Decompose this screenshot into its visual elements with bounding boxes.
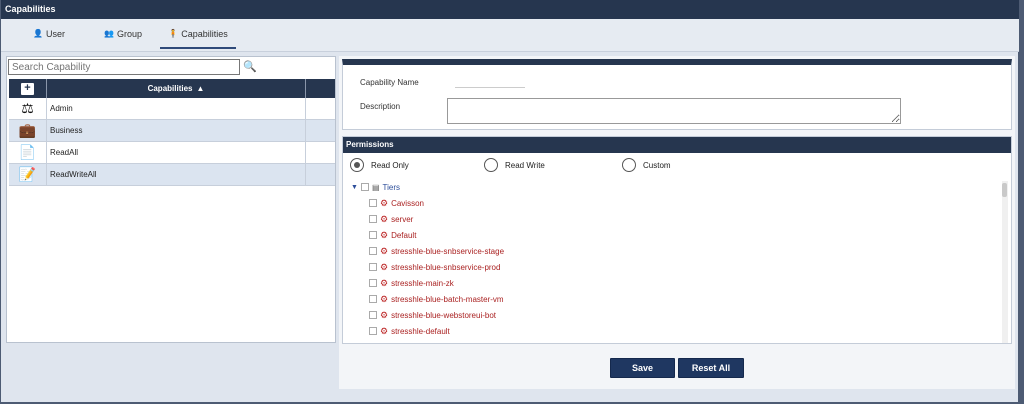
gears-icon: ⚙ bbox=[380, 277, 389, 288]
tab-bar: 👤 User 👥 Group 🧍 Capabilities bbox=[1, 19, 1019, 52]
capabilities-window: Capabilities 👤 User 👥 Group 🧍 Capabiliti… bbox=[0, 0, 1024, 404]
table-row[interactable]: 💼 Business bbox=[9, 120, 335, 142]
tree-node[interactable]: ⚙ stresshle-blue-batch-master-vm bbox=[369, 293, 504, 305]
tree-node-tiers[interactable]: ▼ ▤ Tiers bbox=[351, 181, 400, 193]
tree-scrollbar[interactable] bbox=[1002, 181, 1008, 343]
gears-icon: ⚙ bbox=[380, 245, 389, 256]
tree-node[interactable]: ⚙ server bbox=[369, 213, 413, 225]
add-capability-button[interactable]: + bbox=[21, 82, 34, 95]
gears-icon: ⚙ bbox=[380, 213, 389, 224]
tree-node-label: Cavisson bbox=[391, 198, 424, 208]
table-row[interactable]: 📝 ReadWriteAll bbox=[9, 164, 335, 186]
expand-caret-icon[interactable]: ▼ bbox=[351, 184, 358, 191]
reset-all-button[interactable]: Reset All bbox=[678, 358, 744, 378]
capability-list-panel: 🔍 + Capabilities ▲ ⚖ Admin 💼 Business 📄 … bbox=[6, 56, 336, 343]
column-header-label: Capabilities bbox=[147, 84, 193, 93]
gears-icon: ⚙ bbox=[380, 293, 389, 304]
gears-icon: ⚙ bbox=[380, 309, 389, 320]
user-icon: 👤 bbox=[33, 29, 43, 38]
table-row[interactable]: ⚖ Admin bbox=[9, 98, 335, 120]
description-label: Description bbox=[360, 102, 401, 111]
gears-icon: ⚙ bbox=[380, 229, 389, 240]
radio-unchecked-icon bbox=[484, 158, 498, 172]
row-name: ReadAll bbox=[47, 142, 306, 163]
tree-node[interactable]: ⚙ Default bbox=[369, 229, 416, 241]
edit-document-icon: 📝 bbox=[9, 164, 47, 185]
gears-icon: ⚙ bbox=[380, 325, 389, 336]
description-field[interactable] bbox=[447, 98, 901, 124]
tree-node-label: stresshle-blue-snbservice-stage bbox=[391, 246, 505, 256]
row-name: ReadWriteAll bbox=[47, 164, 306, 185]
gears-icon: ⚙ bbox=[380, 197, 389, 208]
tree-checkbox[interactable] bbox=[360, 183, 369, 191]
tree-checkbox[interactable] bbox=[369, 327, 377, 335]
search-input[interactable] bbox=[8, 59, 240, 75]
radio-checked-icon bbox=[350, 158, 364, 172]
capability-name-field[interactable] bbox=[455, 87, 525, 88]
radio-read-write-label: Read Write bbox=[505, 160, 545, 170]
tab-user[interactable]: 👤 User bbox=[33, 29, 65, 49]
add-cell: + bbox=[9, 79, 47, 98]
tree-node[interactable]: ⚙ stresshle-blue-snbservice-stage bbox=[369, 245, 504, 257]
column-header-spacer bbox=[306, 79, 335, 98]
row-name: Business bbox=[47, 120, 306, 141]
tree-node-label: stresshle-blue-snbservice-prod bbox=[391, 262, 501, 272]
save-button[interactable]: Save bbox=[610, 358, 675, 378]
tree-node-label: server bbox=[391, 214, 414, 224]
tree-checkbox[interactable] bbox=[369, 263, 377, 271]
scrollbar-thumb[interactable] bbox=[1002, 183, 1007, 197]
group-icon: 👥 bbox=[104, 29, 114, 38]
tree-checkbox[interactable] bbox=[369, 199, 377, 207]
radio-read-write[interactable]: Read Write bbox=[484, 158, 545, 172]
window-title: Capabilities bbox=[1, 0, 1019, 19]
tree-node-label: stresshle-default bbox=[391, 326, 450, 336]
search-icon[interactable]: 🔍 bbox=[243, 60, 257, 74]
briefcase-icon: 💼 bbox=[9, 120, 47, 141]
radio-unchecked-icon bbox=[622, 158, 636, 172]
column-header-capabilities[interactable]: Capabilities ▲ bbox=[47, 79, 306, 98]
document-icon: 📄 bbox=[9, 142, 47, 163]
grid-header: + Capabilities ▲ bbox=[9, 79, 335, 98]
row-name: Admin bbox=[47, 98, 306, 119]
capability-name-label: Capability Name bbox=[360, 78, 419, 87]
tree-checkbox[interactable] bbox=[369, 311, 377, 319]
tree-node[interactable]: ⚙ Cavisson bbox=[369, 197, 424, 209]
tree-node-label: stresshle-blue-webstoreui-bot bbox=[391, 310, 497, 320]
tab-capabilities[interactable]: 🧍 Capabilities bbox=[160, 29, 236, 49]
tree-checkbox[interactable] bbox=[369, 231, 377, 239]
person-icon: 🧍 bbox=[168, 29, 179, 38]
tab-group-label: Group bbox=[116, 29, 142, 39]
tree-node[interactable]: ⚙ stresshle-default bbox=[369, 325, 450, 337]
server-stack-icon: ▤ bbox=[371, 182, 380, 192]
gears-icon: ⚙ bbox=[380, 261, 389, 272]
tree-checkbox[interactable] bbox=[369, 279, 377, 287]
tab-user-label: User bbox=[45, 29, 65, 39]
admin-icon: ⚖ bbox=[9, 98, 47, 119]
capability-detail-panel: Capability Name Description Permissions … bbox=[339, 56, 1015, 389]
tab-group[interactable]: 👥 Group bbox=[104, 29, 142, 49]
tree-node[interactable]: ⚙ stresshle-blue-webstoreui-bot bbox=[369, 309, 496, 321]
radio-read-only-label: Read Only bbox=[371, 160, 409, 170]
detail-form: Capability Name Description bbox=[342, 59, 1012, 130]
tree-node[interactable]: ⚙ stresshle-main-zk bbox=[369, 277, 454, 289]
tree-node-label: stresshle-blue-batch-master-vm bbox=[391, 294, 504, 304]
tree-node-label: Default bbox=[391, 230, 417, 240]
tiers-tree: ▼ ▤ Tiers ⚙ Cavisson ⚙ server ⚙ Default … bbox=[347, 181, 997, 343]
tree-checkbox[interactable] bbox=[369, 215, 377, 223]
tree-node-label: Tiers bbox=[382, 182, 400, 192]
tree-checkbox[interactable] bbox=[369, 295, 377, 303]
table-row[interactable]: 📄 ReadAll bbox=[9, 142, 335, 164]
radio-custom[interactable]: Custom bbox=[622, 158, 671, 172]
tree-node-label: stresshle-main-zk bbox=[391, 278, 454, 288]
tree-node[interactable]: ⚙ stresshle-blue-snbservice-prod bbox=[369, 261, 500, 273]
sort-up-icon: ▲ bbox=[196, 84, 205, 93]
tab-capabilities-label: Capabilities bbox=[181, 29, 228, 39]
permissions-title: Permissions bbox=[343, 137, 1011, 153]
radio-custom-label: Custom bbox=[643, 160, 671, 170]
permissions-panel: Permissions Read Only Read Write Custom … bbox=[342, 136, 1012, 344]
radio-read-only[interactable]: Read Only bbox=[350, 158, 409, 172]
tree-checkbox[interactable] bbox=[369, 247, 377, 255]
